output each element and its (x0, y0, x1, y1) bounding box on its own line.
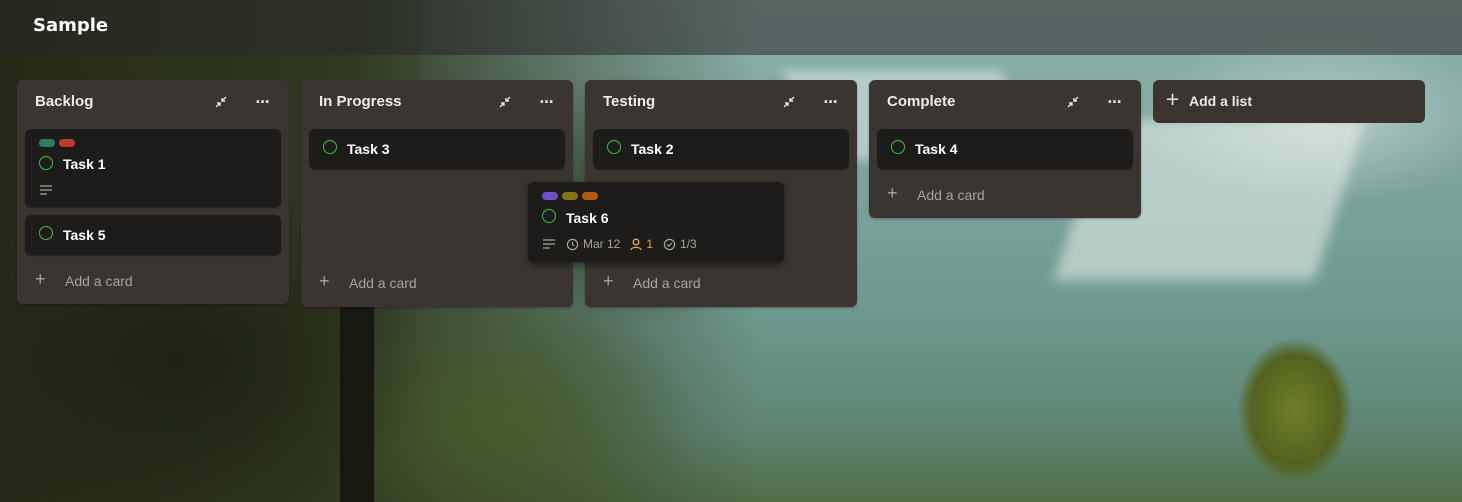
card-title: Task 4 (915, 141, 958, 157)
add-list-label: Add a list (1189, 93, 1253, 109)
list-complete: Complete … Task 4 + Add a card (869, 80, 1141, 218)
assignees: 1 (630, 237, 653, 251)
add-list-button[interactable]: + Add a list (1153, 80, 1425, 123)
plus-icon: + (1165, 89, 1181, 110)
add-card-label: Add a card (633, 275, 701, 291)
description-icon (543, 239, 555, 249)
due-date: Mar 12 (566, 237, 620, 251)
card-title: Task 2 (631, 141, 674, 157)
checklist-progress: 1/3 (680, 237, 697, 251)
list-title[interactable]: Complete (887, 93, 955, 110)
checklist: 1/3 (663, 237, 697, 251)
card-task-1[interactable]: Task 1 (25, 129, 281, 207)
card-task-6-dragging[interactable]: Task 6 Mar 12 1 1/3 (528, 182, 784, 262)
card-meta: Mar 12 1 1/3 (542, 237, 697, 251)
card-task-4[interactable]: Task 4 (877, 129, 1133, 169)
clock-icon (566, 238, 579, 250)
plus-icon: + (603, 271, 614, 291)
list-title[interactable]: Backlog (35, 93, 93, 110)
board-header: Sample (0, 0, 1462, 55)
complete-toggle-icon[interactable] (39, 156, 53, 170)
checklist-icon (663, 238, 676, 250)
plus-icon: + (319, 271, 330, 291)
collapse-icon[interactable] (777, 90, 801, 114)
add-card-button[interactable]: + Add a card (25, 266, 281, 296)
list-header: Backlog … (17, 80, 289, 124)
card-task-3[interactable]: Task 3 (309, 129, 565, 169)
card-title: Task 5 (63, 227, 106, 243)
collapse-icon[interactable] (1061, 90, 1085, 114)
add-card-label: Add a card (65, 273, 133, 289)
complete-toggle-icon[interactable] (323, 140, 337, 154)
list-backlog: Backlog … Task 1 Task 5 + Add a card (17, 80, 289, 304)
more-icon[interactable]: … (535, 90, 559, 114)
card-labels (39, 139, 75, 147)
list-title[interactable]: In Progress (319, 93, 402, 110)
card-title: Task 6 (566, 210, 609, 226)
card-labels (542, 192, 598, 200)
tree-trunk (340, 300, 374, 502)
tree (1215, 300, 1375, 502)
add-card-label: Add a card (917, 187, 985, 203)
add-card-button[interactable]: + Add a card (309, 268, 565, 298)
complete-toggle-icon[interactable] (607, 140, 621, 154)
label-pill-purple (542, 192, 558, 200)
add-card-button[interactable]: + Add a card (593, 268, 849, 298)
label-pill-red (59, 139, 75, 147)
card-task-5[interactable]: Task 5 (25, 215, 281, 255)
list-header: In Progress … (301, 80, 573, 124)
card-title: Task 1 (63, 156, 106, 172)
label-pill-orange (582, 192, 598, 200)
list-title[interactable]: Testing (603, 93, 655, 110)
card-task-2[interactable]: Task 2 (593, 129, 849, 169)
label-pill-olive (562, 192, 578, 200)
complete-toggle-icon[interactable] (891, 140, 905, 154)
user-icon (630, 238, 643, 250)
list-header: Complete … (869, 80, 1141, 124)
add-card-label: Add a card (349, 275, 417, 291)
label-pill-green (39, 139, 55, 147)
collapse-icon[interactable] (493, 90, 517, 114)
card-title: Task 3 (347, 141, 390, 157)
more-icon[interactable]: … (1103, 90, 1127, 114)
more-icon[interactable]: … (251, 90, 275, 114)
collapse-icon[interactable] (209, 90, 233, 114)
plus-icon: + (887, 183, 898, 203)
assignee-count: 1 (646, 237, 654, 251)
complete-toggle-icon[interactable] (39, 226, 53, 240)
due-date-text: Mar 12 (583, 237, 621, 251)
add-card-button[interactable]: + Add a card (877, 180, 1133, 210)
more-icon[interactable]: … (819, 90, 843, 114)
complete-toggle-icon[interactable] (542, 209, 556, 223)
plus-icon: + (35, 269, 46, 289)
list-header: Testing … (585, 80, 857, 124)
board-title[interactable]: Sample (33, 15, 108, 36)
description-icon (40, 185, 52, 195)
